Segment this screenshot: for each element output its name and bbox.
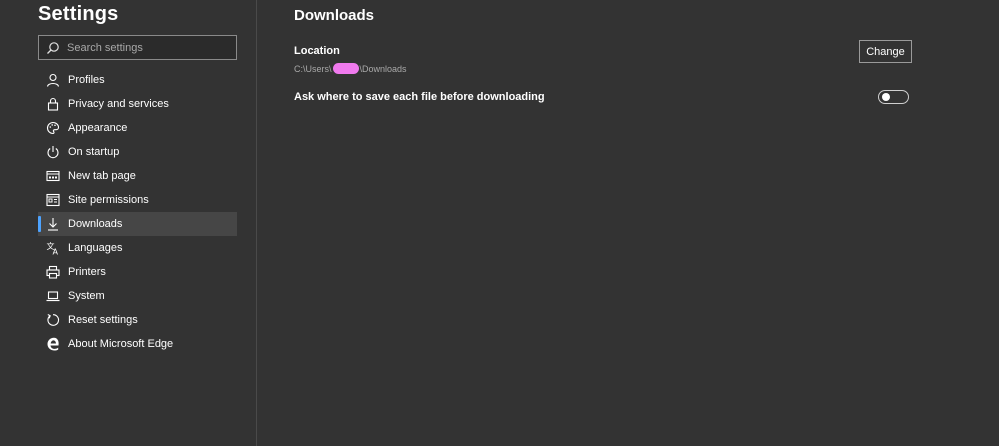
sidebar-item-about-microsoft-edge[interactable]: About Microsoft Edge: [38, 332, 237, 356]
sidebar-item-system[interactable]: System: [38, 284, 237, 308]
sidebar-item-label: On startup: [68, 146, 120, 158]
ask-where-to-save-label: Ask where to save each file before downl…: [294, 91, 545, 103]
sidebar-item-profiles[interactable]: Profiles: [38, 68, 237, 92]
sidebar-item-label: Languages: [68, 242, 123, 254]
settings-window: Settings Profiles: [0, 0, 999, 446]
redacted-username: [332, 63, 359, 74]
sidebar-item-appearance[interactable]: Appearance: [38, 116, 237, 140]
sidebar: Settings Profiles: [0, 0, 256, 446]
sidebar-item-label: About Microsoft Edge: [68, 338, 174, 350]
power-icon: [38, 140, 68, 164]
sidebar-title: Settings: [38, 3, 119, 25]
location-path-prefix: C:\Users\: [294, 63, 332, 74]
sidebar-item-new-tab-page[interactable]: New tab page: [38, 164, 237, 188]
downloads-panel: Downloads Location C:\Users\ \Downloads …: [257, 0, 999, 446]
sidebar-item-label: Printers: [68, 266, 106, 278]
site-permissions-icon: [38, 188, 68, 212]
toggle-knob: [882, 93, 890, 101]
new-tab-icon: [38, 164, 68, 188]
search-icon: [39, 36, 67, 59]
svg-text:A: A: [53, 248, 59, 256]
sidebar-item-privacy[interactable]: Privacy and services: [38, 92, 237, 116]
download-icon: [38, 212, 68, 236]
sidebar-item-label: New tab page: [68, 170, 136, 182]
page-title: Downloads: [294, 7, 375, 24]
sidebar-item-label: System: [68, 290, 105, 302]
palette-icon: [38, 116, 68, 140]
printer-icon: [38, 260, 68, 284]
person-icon: [38, 68, 68, 92]
location-label: Location: [294, 45, 340, 57]
sidebar-item-site-permissions[interactable]: Site permissions: [38, 188, 237, 212]
sidebar-item-label: Site permissions: [68, 194, 149, 206]
search-input[interactable]: [67, 36, 236, 59]
sidebar-item-languages[interactable]: 文A Languages: [38, 236, 237, 260]
search-box[interactable]: [38, 35, 237, 60]
lock-icon: [38, 92, 68, 116]
sidebar-item-label: Privacy and services: [68, 98, 169, 110]
laptop-icon: [38, 284, 68, 308]
languages-icon: 文A: [38, 236, 68, 260]
sidebar-item-label: Appearance: [68, 122, 128, 134]
reset-icon: [38, 308, 68, 332]
sidebar-item-label: Reset settings: [68, 314, 138, 326]
sidebar-item-on-startup[interactable]: On startup: [38, 140, 237, 164]
location-path: C:\Users\ \Downloads: [294, 63, 407, 74]
sidebar-item-reset-settings[interactable]: Reset settings: [38, 308, 237, 332]
edge-logo-icon: [38, 332, 68, 356]
sidebar-item-downloads[interactable]: Downloads: [38, 212, 237, 236]
sidebar-item-label: Downloads: [68, 218, 123, 230]
settings-nav: Profiles Privacy and services Appearance: [38, 68, 237, 356]
change-location-button[interactable]: Change: [859, 40, 912, 63]
sidebar-item-printers[interactable]: Printers: [38, 260, 237, 284]
location-path-suffix: \Downloads: [359, 63, 407, 74]
ask-where-to-save-toggle[interactable]: [878, 90, 909, 104]
sidebar-item-label: Profiles: [68, 74, 105, 86]
